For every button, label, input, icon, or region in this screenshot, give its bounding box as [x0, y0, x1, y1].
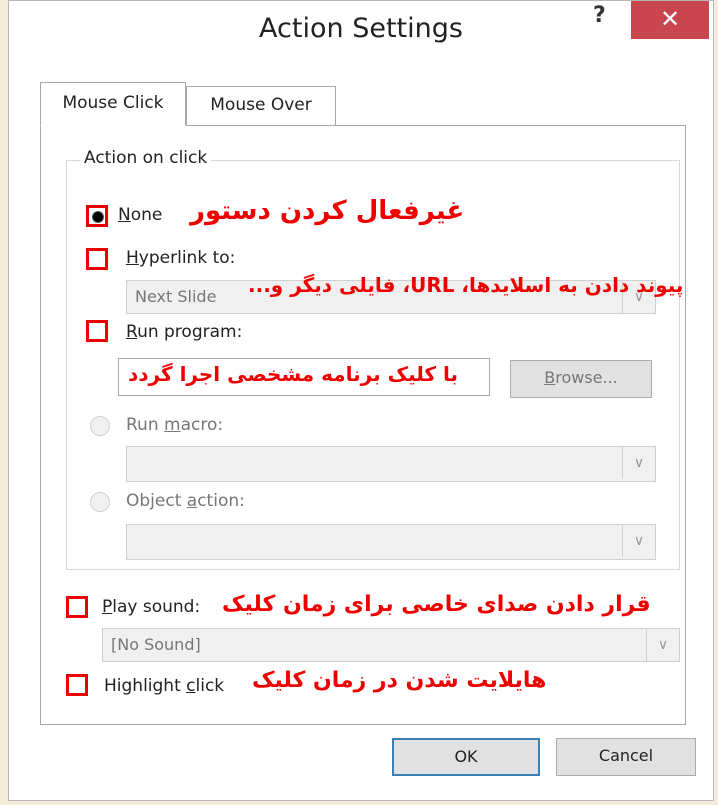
none-radio[interactable]	[86, 205, 108, 227]
annotation-run-program: با کلیک برنامه مشخصی اجرا گردد	[128, 362, 459, 386]
run-macro-select[interactable]: ∨	[126, 446, 656, 482]
radio-selected-dot	[92, 211, 104, 223]
browse-button[interactable]: Browse...	[510, 360, 652, 398]
play-sound-label: Play sound:	[102, 597, 201, 617]
annotation-hyperlink: پیوند دادن به اسلایدها، URL، فایلی دیگر …	[248, 273, 684, 297]
tab-mouse-over[interactable]: Mouse Over	[186, 86, 336, 126]
close-button[interactable]: ✕	[631, 1, 709, 39]
play-sound-select[interactable]: [No Sound] ∨	[102, 628, 680, 662]
run-macro-radio[interactable]	[90, 416, 110, 436]
annotation-none: غیرفعال کردن دستور	[190, 196, 465, 226]
hyperlink-radio[interactable]	[86, 248, 108, 270]
chevron-down-icon: ∨	[622, 525, 655, 557]
ok-button[interactable]: OK	[392, 738, 540, 776]
chevron-down-icon: ∨	[646, 629, 679, 661]
chevron-down-icon: ∨	[622, 447, 655, 479]
object-action-radio[interactable]	[90, 492, 110, 512]
hyperlink-select-value: Next Slide	[135, 287, 217, 306]
highlight-click-label: Highlight click	[104, 676, 225, 696]
run-program-radio[interactable]	[86, 320, 108, 342]
dialog-title: Action Settings	[259, 13, 463, 44]
play-sound-select-value: [No Sound]	[111, 635, 201, 654]
hyperlink-label: Hyperlink to:	[126, 248, 236, 268]
object-action-label: Object action:	[126, 491, 245, 511]
highlight-click-checkbox[interactable]	[66, 674, 88, 696]
play-sound-checkbox[interactable]	[66, 596, 88, 618]
annotation-play-sound: قرار دادن صدای خاصی برای زمان کلیک	[222, 592, 651, 617]
none-label: None	[118, 205, 163, 225]
action-on-click-label: Action on click	[80, 148, 212, 168]
tab-mouse-click[interactable]: Mouse Click	[40, 82, 186, 126]
object-action-select[interactable]: ∨	[126, 524, 656, 560]
run-macro-label: Run macro:	[126, 415, 224, 435]
help-button[interactable]: ?	[593, 3, 606, 28]
run-program-label: Run program:	[126, 322, 243, 342]
cancel-button[interactable]: Cancel	[556, 738, 696, 776]
annotation-highlight: هایلایت شدن در زمان کلیک	[252, 668, 547, 693]
